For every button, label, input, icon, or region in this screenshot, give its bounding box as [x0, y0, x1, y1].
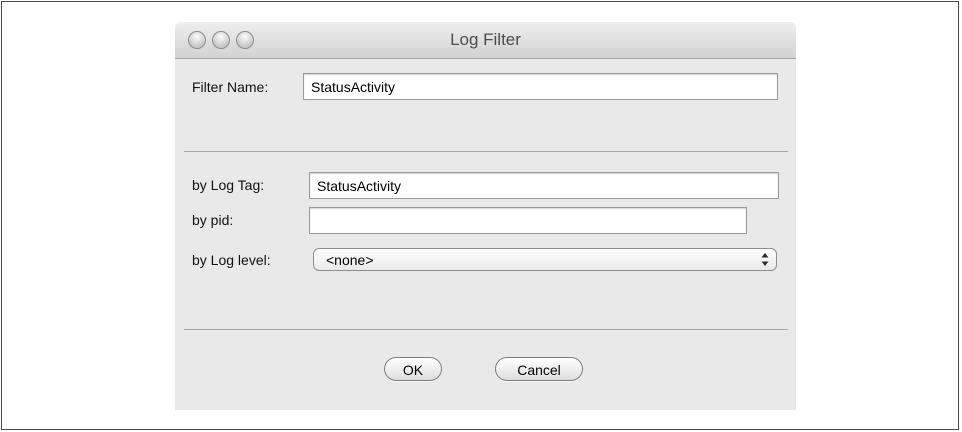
ok-button[interactable]: OK — [384, 357, 442, 381]
pid-label: by pid: — [192, 212, 234, 228]
filter-name-label: Filter Name: — [192, 79, 269, 95]
window-title: Log Filter — [450, 30, 521, 49]
section-divider-bottom — [184, 329, 788, 330]
log-tag-label: by Log Tag: — [192, 177, 265, 193]
filter-name-input[interactable]: StatusActivity — [303, 73, 778, 100]
title-bar[interactable]: Log Filter — [175, 22, 796, 59]
log-level-selected-value: <none> — [326, 252, 374, 268]
log-tag-input[interactable]: StatusActivity — [309, 172, 779, 199]
pid-input[interactable] — [309, 207, 747, 234]
log-level-select[interactable]: <none> — [313, 248, 777, 271]
log-filter-dialog: Log Filter Filter Name: StatusActivity b… — [175, 22, 796, 410]
cancel-button[interactable]: Cancel — [495, 357, 583, 381]
up-down-arrows-icon — [761, 253, 769, 266]
log-level-label: by Log level: — [192, 252, 271, 268]
section-divider-top — [184, 151, 788, 152]
